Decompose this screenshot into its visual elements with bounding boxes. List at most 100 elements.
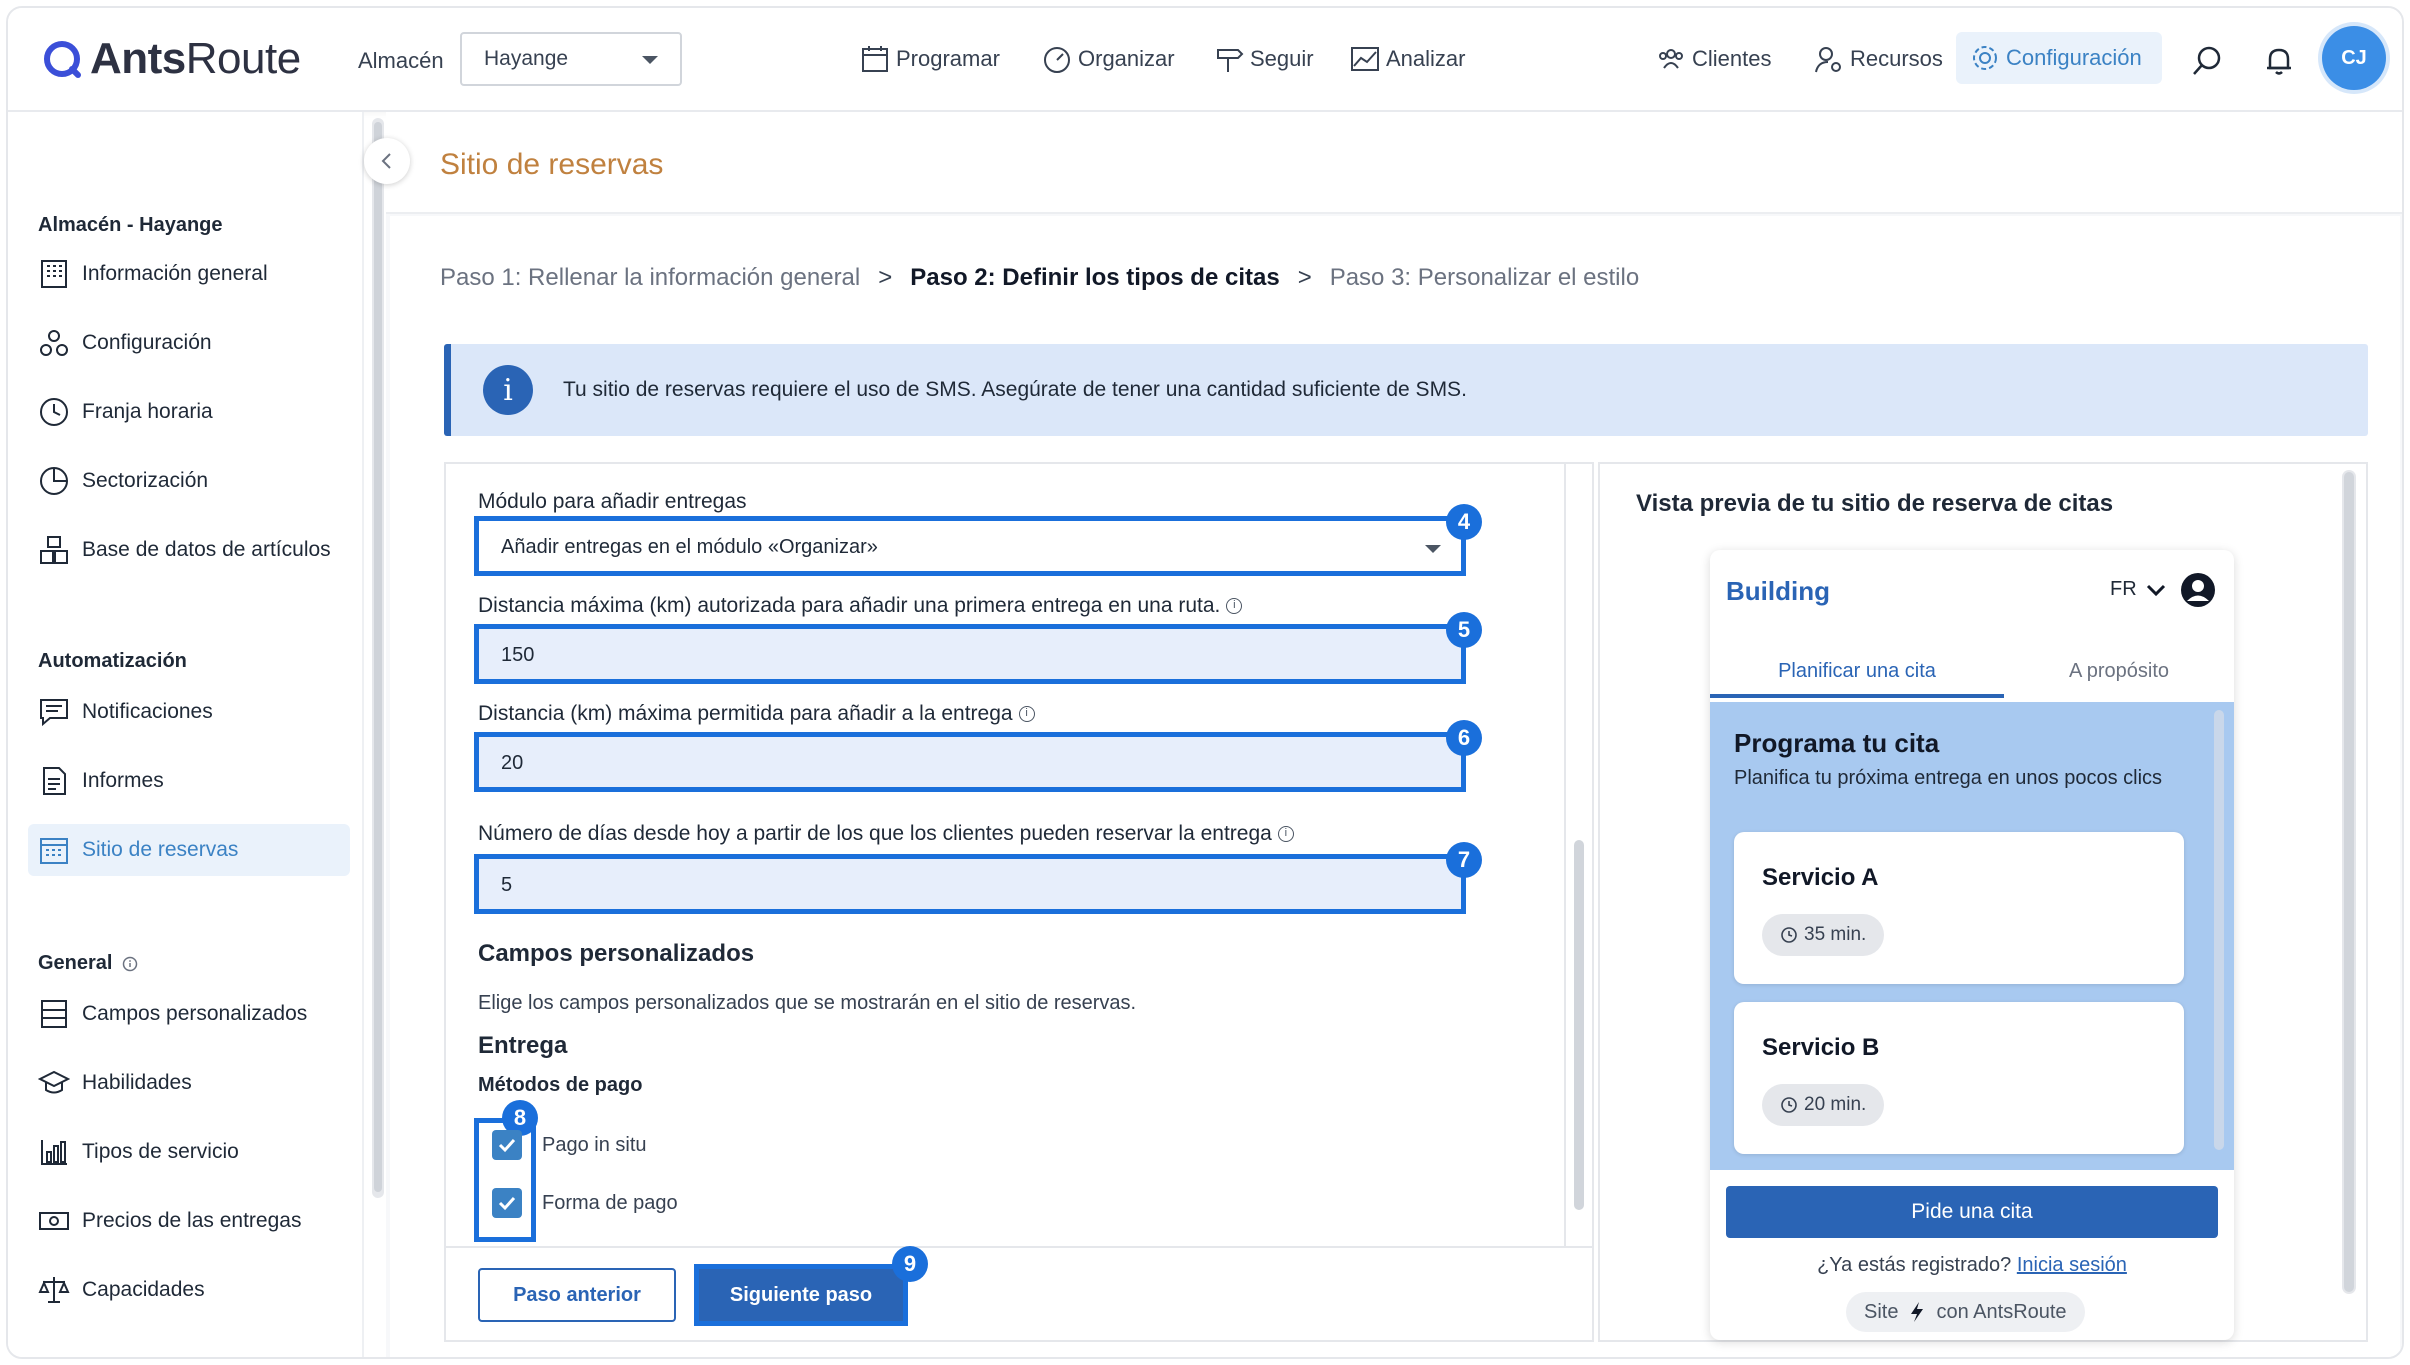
step-1[interactable]: Paso 1: Rellenar la información general <box>440 264 860 292</box>
service-name: Servicio B <box>1762 1034 1880 1061</box>
sidebar-item-label: Sectorización <box>82 469 209 492</box>
clock-icon <box>1781 927 1797 943</box>
module-select[interactable]: Añadir entregas en el módulo «Organizar» <box>474 516 1466 576</box>
antsroute-logo-icon <box>44 41 81 78</box>
info-circle-icon[interactable]: i <box>1018 706 1035 723</box>
sidebar-section-automatizacion: Automatización <box>38 650 187 672</box>
clock-icon <box>1781 1097 1797 1113</box>
info-circle-icon[interactable]: i <box>1277 826 1294 843</box>
bell-icon[interactable] <box>2262 44 2296 78</box>
search-icon[interactable] <box>2190 44 2224 78</box>
step-badge-6: 6 <box>1446 720 1482 756</box>
module-select-value: Añadir entregas en el módulo «Organizar» <box>501 536 878 558</box>
account-circle-icon[interactable] <box>2180 572 2216 608</box>
user-avatar[interactable]: CJ <box>2322 26 2386 90</box>
form-footer-divider <box>446 1246 1592 1248</box>
sidebar-item-notificaciones[interactable]: Notificaciones <box>28 686 350 738</box>
preview-brand: Building <box>1726 576 1830 606</box>
sidebar-item-label: Franja horaria <box>82 400 213 423</box>
sidebar-item-label: Sitio de reservas <box>82 838 239 861</box>
warehouse-select-value: Hayange <box>484 47 569 70</box>
next-step-button[interactable]: Siguiente paso <box>694 1264 908 1326</box>
chevron-down-icon <box>1425 545 1441 553</box>
nav-organizar[interactable]: Organizar <box>1042 44 1175 74</box>
nav-recursos-label: Recursos <box>1850 46 1943 71</box>
footer-site-text: Site <box>1864 1300 1899 1323</box>
sidebar-item-base-datos-articulos[interactable]: Base de datos de artículos <box>28 524 350 576</box>
booking-days-input[interactable]: 5 <box>474 854 1466 914</box>
app-logo[interactable]: Ants Route <box>42 34 301 84</box>
checkbox-checked[interactable] <box>492 1188 522 1218</box>
clock-icon <box>40 398 68 426</box>
step-2-current: Paso 2: Definir los tipos de citas <box>910 264 1280 291</box>
sidebar-item-label: Campos personalizados <box>82 1002 308 1025</box>
sidebar-item-campos-personalizados[interactable]: Campos personalizados <box>28 988 350 1040</box>
lightning-icon <box>1911 1302 1924 1322</box>
service-duration-value: 35 min. <box>1804 924 1867 945</box>
sidebar-scrollbar-thumb[interactable] <box>374 122 382 1192</box>
nav-seguir[interactable]: Seguir <box>1214 44 1314 74</box>
login-link[interactable]: Inicia sesión <box>2017 1254 2127 1276</box>
max-distance-input[interactable]: 20 <box>474 732 1466 792</box>
sidebar-item-informacion-general[interactable]: Información general <box>28 248 350 300</box>
footer-with-text: con AntsRoute <box>1936 1300 2067 1323</box>
nav-analizar[interactable]: Analizar <box>1350 44 1465 74</box>
service-card[interactable]: Servicio A 35 min. <box>1734 832 2184 984</box>
user-gear-icon <box>1815 47 1841 73</box>
banknote-icon <box>39 1212 69 1230</box>
preview-language-select[interactable]: FR <box>2110 578 2167 601</box>
custom-fields-description: Elige los campos personalizados que se m… <box>478 992 1137 1014</box>
sidebar-item-informes[interactable]: Informes <box>28 755 350 807</box>
bar-chart-icon <box>41 1140 67 1165</box>
nav-programar[interactable]: Programar <box>860 44 1000 74</box>
sidebar-item-label: Configuración <box>82 331 212 354</box>
request-appointment-button[interactable]: Pide una cita <box>1726 1186 2218 1238</box>
sidebar-item-sectorizacion[interactable]: Sectorización <box>28 455 350 507</box>
step-3[interactable]: Paso 3: Personalizar el estilo <box>1330 264 1640 292</box>
collapse-sidebar-button[interactable] <box>364 138 410 184</box>
appointment-types-form: Módulo para añadir entregas Añadir entre… <box>444 462 1594 1342</box>
sidebar-item-configuracion[interactable]: Configuración <box>28 317 350 369</box>
checkbox-checked[interactable] <box>492 1130 522 1160</box>
sms-info-text: Tu sitio de reservas requiere el uso de … <box>563 378 1467 401</box>
payment-option-on-site[interactable]: Pago in situ <box>478 1130 647 1160</box>
sidebar-item-habilidades[interactable]: Habilidades <box>28 1057 350 1109</box>
sidebar-item-label: Base de datos de artículos <box>82 538 331 561</box>
preview-scrollbar[interactable] <box>2342 470 2356 1294</box>
nav-clientes[interactable]: Clientes <box>1656 44 1771 74</box>
preview-body-scrollbar[interactable] <box>2214 710 2224 1150</box>
preview-tab-plan[interactable]: Planificar una cita <box>1710 646 2004 698</box>
sidebar-item-capacidades[interactable]: Capacidades <box>28 1264 350 1316</box>
nav-organizar-label: Organizar <box>1078 46 1175 71</box>
payment-option-method[interactable]: Forma de pago <box>478 1188 678 1218</box>
sidebar-item-sitio-reservas[interactable]: Sitio de reservas <box>28 824 350 876</box>
max-first-distance-input[interactable]: 150 <box>474 624 1466 684</box>
sidebar-item-tipos-servicio[interactable]: Tipos de servicio <box>28 1126 350 1178</box>
form-scrollbar-thumb[interactable] <box>1574 840 1584 1210</box>
nav-recursos[interactable]: Recursos <box>1814 44 1943 74</box>
sidebar-item-label: Capacidades <box>82 1278 205 1301</box>
preview-title: Vista previa de tu sitio de reserva de c… <box>1636 490 2114 517</box>
sidebar-item-label: Notificaciones <box>82 700 213 723</box>
sidebar-scrollbar[interactable] <box>372 118 384 1198</box>
signpost-icon <box>1217 49 1244 72</box>
service-duration: 20 min. <box>1762 1084 1885 1126</box>
preview-tab-about[interactable]: A propósito <box>2004 646 2234 698</box>
service-card[interactable]: Servicio B 20 min. <box>1734 1002 2184 1154</box>
info-circle-icon <box>122 956 138 971</box>
boxes-icon <box>40 536 68 564</box>
chevron-down-icon <box>2146 584 2165 596</box>
logo-text-light: Route <box>185 34 301 83</box>
nav-configuracion[interactable]: Configuración <box>1956 32 2162 84</box>
gauge-icon <box>1044 47 1070 73</box>
preview-scrollbar-thumb[interactable] <box>2344 472 2354 1292</box>
sms-info-banner: i Tu sitio de reservas requiere el uso d… <box>444 344 2368 436</box>
service-duration-value: 20 min. <box>1804 1094 1867 1115</box>
info-circle-icon[interactable]: i <box>1226 598 1243 615</box>
previous-step-button[interactable]: Paso anterior <box>478 1268 676 1322</box>
page-header: Sitio de reservas <box>386 112 2402 214</box>
warehouse-select[interactable]: Hayange <box>460 32 682 86</box>
sidebar-item-precios-entregas[interactable]: Precios de las entregas <box>28 1195 350 1247</box>
sidebar-item-franja-horaria[interactable]: Franja horaria <box>28 386 350 438</box>
booking-days-value: 5 <box>501 874 513 896</box>
